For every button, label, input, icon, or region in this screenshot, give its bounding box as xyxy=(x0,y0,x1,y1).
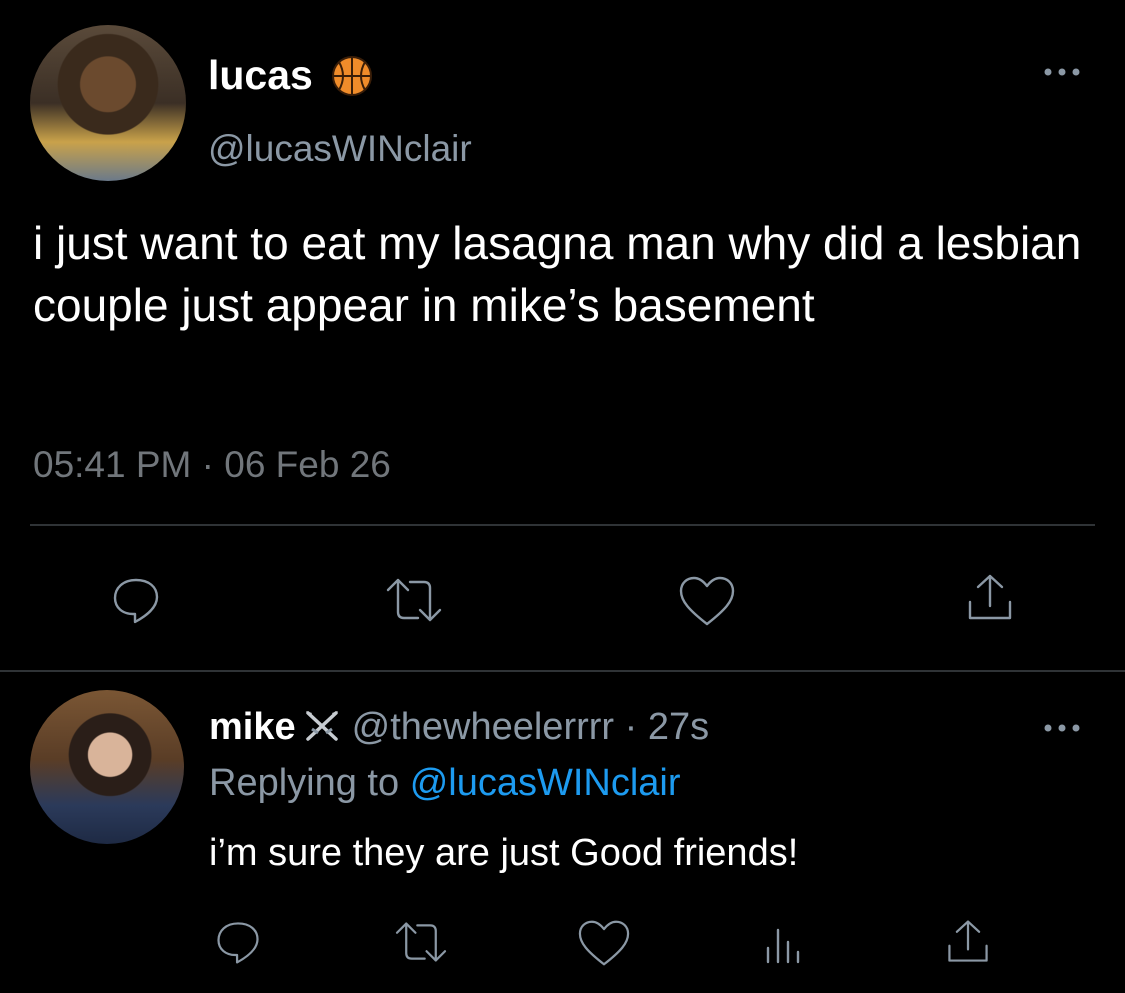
retweet-icon[interactable] xyxy=(384,574,444,626)
reply-icon[interactable] xyxy=(212,916,264,968)
analytics-icon[interactable] xyxy=(762,918,806,968)
replying-to: Replying to @lucasWINclair xyxy=(209,762,681,805)
avatar-mike[interactable] xyxy=(30,690,184,844)
tweet-timestamp[interactable]: 05:41 PM · 06 Feb 26 xyxy=(33,444,391,486)
more-options-icon[interactable] xyxy=(1040,718,1084,738)
divider xyxy=(0,670,1125,672)
crossed-swords-icon xyxy=(305,711,338,741)
share-icon[interactable] xyxy=(942,916,994,968)
replying-to-link[interactable]: @lucasWINclair xyxy=(410,762,681,804)
tweet-text: i just want to eat my lasagna man why di… xyxy=(33,217,1082,331)
separator-dot: · xyxy=(624,706,638,748)
retweet-icon[interactable] xyxy=(393,918,449,966)
basketball-icon xyxy=(332,56,372,96)
like-icon[interactable] xyxy=(576,918,632,968)
avatar-lucas[interactable] xyxy=(30,25,186,181)
display-name[interactable]: mike xyxy=(209,706,296,748)
more-options-icon[interactable] xyxy=(1040,62,1084,82)
reply-header: mike @thewheelerrrr · 27s xyxy=(209,706,709,749)
reply-icon[interactable] xyxy=(108,572,164,628)
relative-time[interactable]: 27s xyxy=(648,706,709,748)
share-icon[interactable] xyxy=(962,570,1018,626)
replying-to-label: Replying to xyxy=(209,762,400,804)
user-handle[interactable]: @lucasWINclair xyxy=(208,128,472,170)
divider xyxy=(30,524,1095,526)
user-handle[interactable]: @thewheelerrrr xyxy=(352,706,614,748)
reply-text: i’m sure they are just Good friends! xyxy=(209,832,799,874)
like-icon[interactable] xyxy=(677,574,737,628)
display-name[interactable]: lucas xyxy=(208,52,313,99)
